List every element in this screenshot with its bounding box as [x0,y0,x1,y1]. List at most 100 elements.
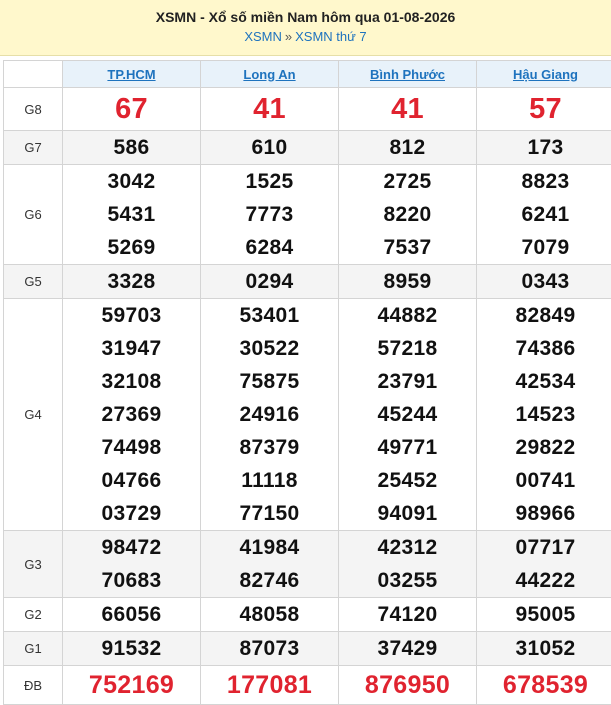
prize-number: 8823 [477,165,611,198]
prize-cell: 57 [477,88,611,131]
prize-cell: 152577736284 [201,165,339,265]
prize-number: 24916 [201,398,338,431]
prize-cell: 37429 [339,632,477,666]
prize-row-g4: G459703319473210827369744980476603729534… [4,299,611,531]
prize-number: 03729 [63,497,200,530]
prize-number: 48058 [201,598,338,631]
province-header: TP.HCM [63,61,201,88]
prize-row-g5: G53328029489590343 [4,265,611,299]
breadcrumb: XSMN»XSMN thứ 7 [0,28,611,46]
prize-row-g8: G867414157 [4,88,611,131]
prize-cell: 272582207537 [339,165,477,265]
prize-cell: 41 [201,88,339,131]
prize-cell: 752169 [63,666,201,705]
prize-cell: 74120 [339,598,477,632]
prize-cell: 4231203255 [339,531,477,598]
prize-number: 98472 [63,531,200,564]
prize-cell: 8959 [339,265,477,299]
prize-row-db: ĐB752169177081876950678539 [4,666,611,705]
prize-cell: 44882572182379145244497712545294091 [339,299,477,531]
prize-cell: 95005 [477,598,611,632]
prize-label: ĐB [4,666,63,705]
prize-cell: 53401305227587524916873791111877150 [201,299,339,531]
prize-number: 1525 [201,165,338,198]
prize-cell: 31052 [477,632,611,666]
province-link-long-an[interactable]: Long An [243,67,295,82]
prize-number: 31947 [63,332,200,365]
prize-cell: 876950 [339,666,477,705]
prize-number: 27369 [63,398,200,431]
prize-number: 67 [63,88,200,130]
prize-number: 91532 [63,632,200,665]
page-title: XSMN - Xổ số miền Nam hôm qua 01-08-2026 [0,8,611,26]
province-link-tphcm[interactable]: TP.HCM [107,67,155,82]
prize-label: G6 [4,165,63,265]
province-header: Bình Phước [339,61,477,88]
prize-number: 66056 [63,598,200,631]
prize-label: G8 [4,88,63,131]
prize-number: 23791 [339,365,476,398]
prize-number: 59703 [63,299,200,332]
prize-number: 41 [339,88,476,130]
prize-cell: 91532 [63,632,201,666]
prize-number: 3328 [63,265,200,298]
prize-number: 07717 [477,531,611,564]
prize-number: 752169 [63,666,200,704]
prize-number: 41984 [201,531,338,564]
prize-cell: 59703319473210827369744980476603729 [63,299,201,531]
prize-cell: 82849743864253414523298220074198966 [477,299,611,531]
prize-number: 95005 [477,598,611,631]
prize-number: 14523 [477,398,611,431]
prize-cell: 48058 [201,598,339,632]
prize-cell: 9847270683 [63,531,201,598]
prize-number: 7537 [339,231,476,264]
prize-cell: 66056 [63,598,201,632]
prize-number: 98966 [477,497,611,530]
province-header-row: TP.HCM Long An Bình Phước Hậu Giang [4,61,611,88]
prize-number: 77150 [201,497,338,530]
prize-cell: 87073 [201,632,339,666]
prize-number: 75875 [201,365,338,398]
prize-number: 8220 [339,198,476,231]
prize-number: 812 [339,131,476,164]
prize-number: 678539 [477,666,611,704]
prize-cell: 173 [477,131,611,165]
prize-number: 6284 [201,231,338,264]
province-header: Hậu Giang [477,61,611,88]
prize-label: G3 [4,531,63,598]
prize-number: 41 [201,88,338,130]
prize-cell: 67 [63,88,201,131]
prize-number: 57 [477,88,611,130]
prize-number: 5431 [63,198,200,231]
prize-cell: 0343 [477,265,611,299]
prize-row-g3: G398472706834198482746423120325507717442… [4,531,611,598]
prize-number: 94091 [339,497,476,530]
province-link-hau-giang[interactable]: Hậu Giang [513,67,578,82]
prize-number: 44222 [477,564,611,597]
prize-cell: 0294 [201,265,339,299]
prize-number: 37429 [339,632,476,665]
prize-row-g2: G266056480587412095005 [4,598,611,632]
prize-number: 70683 [63,564,200,597]
corner-cell [4,61,63,88]
prize-number: 74498 [63,431,200,464]
prize-number: 44882 [339,299,476,332]
prize-number: 173 [477,131,611,164]
breadcrumb-link-xsmn[interactable]: XSMN [244,29,282,44]
prize-number: 0294 [201,265,338,298]
prize-cell: 610 [201,131,339,165]
prize-cell: 41 [339,88,477,131]
prize-cell: 304254315269 [63,165,201,265]
breadcrumb-separator: » [285,29,292,44]
prize-number: 82746 [201,564,338,597]
prize-number: 610 [201,131,338,164]
province-link-binh-phuoc[interactable]: Bình Phước [370,67,445,82]
prize-number: 04766 [63,464,200,497]
prize-number: 586 [63,131,200,164]
prize-number: 29822 [477,431,611,464]
prize-number: 53401 [201,299,338,332]
breadcrumb-link-xsmn-thu-7[interactable]: XSMN thứ 7 [295,29,367,44]
prize-number: 177081 [201,666,338,704]
prize-row-g7: G7586610812173 [4,131,611,165]
prize-label: G7 [4,131,63,165]
